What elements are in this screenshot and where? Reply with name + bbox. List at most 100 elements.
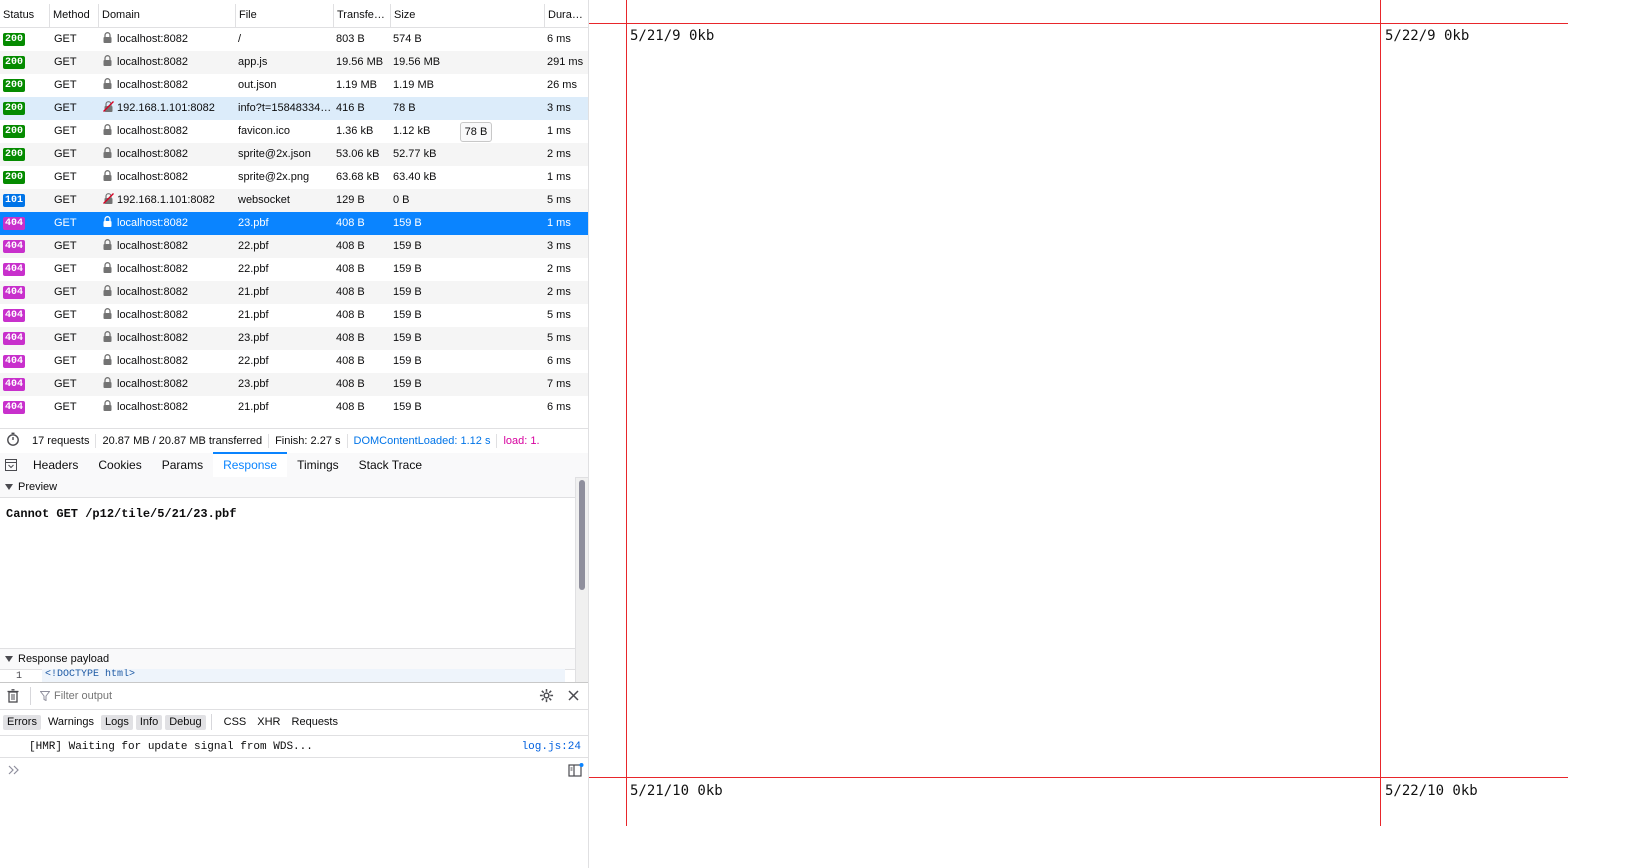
tile-label: 5/22/10 0kb	[1385, 783, 1478, 799]
console-filter-input[interactable]	[52, 687, 526, 705]
map-viewport[interactable]: 5/21/9 0kb 5/22/9 0kb 5/21/10 0kb 5/22/1…	[589, 0, 1652, 868]
column-header-duration[interactable]: Dura…	[544, 4, 588, 27]
tab-stack-trace[interactable]: Stack Trace	[349, 453, 432, 477]
transferred-cell: 408 B	[336, 263, 365, 275]
domain-text: localhost:8082	[117, 56, 188, 68]
table-row[interactable]: 404 GET localhost:8082 22.pbf 408 B 159 B 3 ms	[0, 235, 588, 258]
column-header-status[interactable]: Status	[0, 4, 49, 27]
divider	[210, 714, 212, 730]
tab-params[interactable]: Params	[152, 453, 213, 477]
lock-icon	[103, 285, 112, 296]
method-cell: GET	[54, 286, 77, 298]
filter-xhr[interactable]: XHR	[253, 715, 284, 730]
status-badge: 404	[3, 285, 26, 299]
table-row[interactable]: 404 GET localhost:8082 22.pbf 408 B 159 B 6 ms	[0, 350, 588, 373]
table-row[interactable]: 200 GET localhost:8082 app.js 19.56 MB 19.56 …	[0, 51, 588, 74]
domain-text: localhost:8082	[117, 355, 188, 367]
table-row[interactable]: 404 GET localhost:8082 23.pbf 408 B 159 B 7 ms	[0, 373, 588, 396]
console-message-source-link[interactable]: log.js:24	[522, 737, 581, 757]
filter-css[interactable]: CSS	[220, 715, 251, 730]
console-message-text: [HMR] Waiting for update signal from WDS…	[29, 741, 313, 753]
domain-text: localhost:8082	[117, 148, 188, 160]
status-cell: 200	[0, 97, 49, 120]
close-icon[interactable]	[568, 690, 579, 704]
console-input[interactable]	[0, 758, 588, 782]
network-summary-bar: 17 requests 20.87 MB / 20.87 MB transfer…	[0, 428, 588, 454]
transferred-cell: 408 B	[336, 378, 365, 390]
filter-logs[interactable]: Logs	[101, 714, 133, 730]
insecure-lock-icon	[103, 101, 114, 112]
table-row[interactable]: 404 GET localhost:8082 21.pbf 408 B 159 B 2 ms	[0, 281, 588, 304]
toggle-panel-icon[interactable]	[0, 453, 23, 477]
collapse-triangle-icon	[5, 483, 13, 490]
file-cell: 22.pbf	[238, 263, 269, 275]
status-badge: 200	[3, 124, 26, 138]
column-header-file[interactable]: File	[235, 4, 333, 27]
table-row[interactable]: 404 GET localhost:8082 23.pbf 408 B 159 B 1 ms	[0, 212, 588, 235]
table-row[interactable]: 101 GET 192.168.1.101:8082 websocket 129 B 0 …	[0, 189, 588, 212]
column-header-size[interactable]: Size	[390, 4, 544, 27]
filter-warnings[interactable]: Warnings	[44, 715, 98, 730]
domain-text: localhost:8082	[117, 378, 188, 390]
filter-debug[interactable]: Debug	[165, 714, 206, 730]
domain-text: 192.168.1.101:8082	[117, 102, 215, 114]
status-cell: 404	[0, 212, 49, 235]
table-row[interactable]: 200 GET localhost:8082 sprite@2x.png 63.68 k…	[0, 166, 588, 189]
filter-requests[interactable]: Requests	[288, 715, 342, 730]
duration-cell: 1 ms	[547, 217, 571, 229]
domain-text: localhost:8082	[117, 79, 188, 91]
table-row[interactable]: 404 GET localhost:8082 23.pbf 408 B 159 B 5 ms	[0, 327, 588, 350]
domain-text: localhost:8082	[117, 401, 188, 413]
editor-mode-icon[interactable]	[568, 763, 584, 780]
method-cell: GET	[54, 56, 77, 68]
domain-cell: localhost:8082	[98, 235, 235, 258]
table-row[interactable]: 404 GET localhost:8082 21.pbf 408 B 159 B 5 ms	[0, 304, 588, 327]
gear-icon[interactable]	[539, 688, 554, 706]
status-badge: 404	[3, 331, 26, 345]
column-header-method[interactable]: Method	[49, 4, 98, 27]
table-row[interactable]: 200 GET localhost:8082 favicon.ico 1.36 kB 1.…	[0, 120, 588, 143]
preview-section-header[interactable]: Preview	[0, 477, 575, 498]
table-row[interactable]: 404 GET localhost:8082 21.pbf 408 B 159 B 6 ms	[0, 396, 588, 419]
tab-headers[interactable]: Headers	[23, 453, 88, 477]
status-badge: 404	[3, 377, 26, 391]
payload-section-header[interactable]: Response payload	[0, 648, 575, 670]
duration-cell: 5 ms	[547, 332, 571, 344]
table-row[interactable]: 200 GET 192.168.1.101:8082 info?t=15848334……	[0, 97, 588, 120]
filter-icon	[39, 691, 51, 704]
size-cell: 63.40 kB	[393, 171, 437, 183]
file-cell: sprite@2x.json	[238, 148, 311, 160]
tab-response[interactable]: Response	[213, 452, 288, 478]
column-header-domain[interactable]: Domain	[98, 4, 235, 27]
duration-cell: 3 ms	[547, 240, 571, 252]
chevron-right-icon	[8, 765, 20, 778]
domain-text: localhost:8082	[117, 240, 188, 252]
size-cell: 159 B	[393, 332, 422, 344]
scrollbar-thumb[interactable]	[579, 480, 585, 590]
domain-cell: localhost:8082	[98, 281, 235, 304]
tab-timings[interactable]: Timings	[287, 453, 349, 477]
trash-icon[interactable]	[7, 689, 19, 706]
tile-boundary-line	[1380, 0, 1381, 826]
tile-boundary-line	[589, 777, 1568, 778]
table-row[interactable]: 404 GET localhost:8082 22.pbf 408 B 159 B 2 ms	[0, 258, 588, 281]
filter-errors[interactable]: Errors	[3, 714, 41, 730]
domain-text: localhost:8082	[117, 286, 188, 298]
domain-cell: localhost:8082	[98, 143, 235, 166]
domain-text: 192.168.1.101:8082	[117, 194, 215, 206]
method-cell: GET	[54, 102, 77, 114]
status-cell: 404	[0, 235, 49, 258]
tab-cookies[interactable]: Cookies	[88, 453, 151, 477]
insecure-lock-icon	[103, 193, 114, 204]
transferred-cell: 408 B	[336, 217, 365, 229]
duration-cell: 6 ms	[547, 401, 571, 413]
size-cell: 159 B	[393, 309, 422, 321]
domain-cell: localhost:8082	[98, 212, 235, 235]
table-row[interactable]: 200 GET localhost:8082 out.json 1.19 MB 1.19 …	[0, 74, 588, 97]
filter-info[interactable]: Info	[135, 714, 163, 730]
details-scrollbar[interactable]	[575, 478, 588, 682]
size-cell: 159 B	[393, 240, 422, 252]
table-row[interactable]: 200 GET localhost:8082 / 803 B 574 B 6 ms	[0, 28, 588, 51]
table-row[interactable]: 200 GET localhost:8082 sprite@2x.json 53.06 …	[0, 143, 588, 166]
column-header-transferred[interactable]: Transfe…	[333, 4, 390, 27]
